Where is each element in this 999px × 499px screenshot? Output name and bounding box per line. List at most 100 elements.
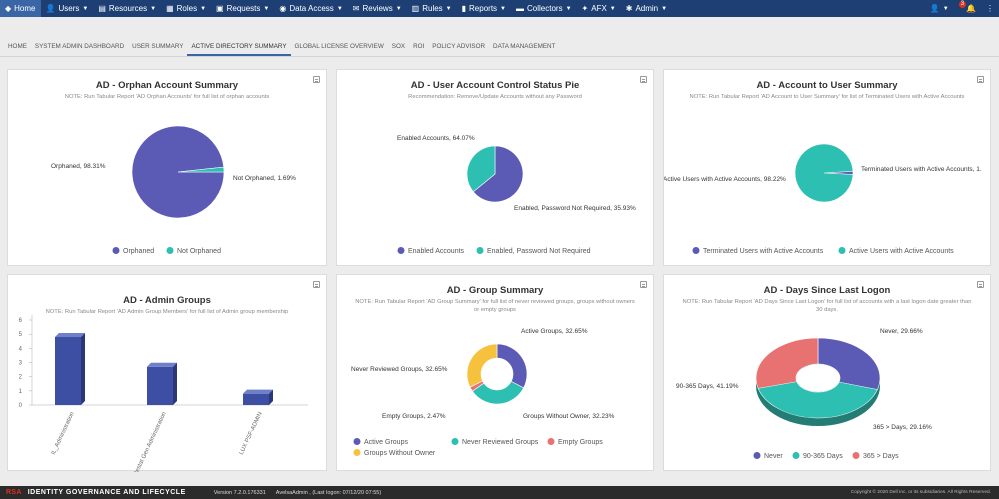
- nav-reports[interactable]: ▮ Reports ▼: [457, 0, 511, 17]
- bar-2[interactable]: [243, 389, 273, 405]
- account-pie-chart: Active Users with Active Accounts, 98.22…: [664, 143, 982, 255]
- tab-sox[interactable]: SOX: [388, 40, 409, 56]
- nav-rules[interactable]: ▥ Rules ▼: [407, 0, 457, 17]
- x-tick-label: IL_Administration: [51, 411, 76, 456]
- legend-item[interactable]: Not Orphaned: [177, 248, 221, 255]
- y-tick-label: 2: [19, 375, 23, 381]
- nav-label: AFX: [591, 4, 607, 13]
- tab-policy-advisor[interactable]: Policy Advisor: [428, 40, 489, 56]
- tab-user-summary[interactable]: User Summary: [128, 40, 187, 56]
- legend-item[interactable]: Never Reviewed Groups: [462, 439, 539, 446]
- nav-users[interactable]: 👤 Users ▼: [41, 0, 94, 17]
- pie-slices: [131, 125, 225, 219]
- top-nav: ◆ Home 👤 Users ▼ ▤ Resources ▼ ▦ Roles ▼ ▣ Requests ▼…: [0, 0, 999, 17]
- y-tick-label: 0: [19, 403, 23, 409]
- legend-marker[interactable]: [838, 247, 846, 254]
- user-menu-icon[interactable]: 👤 ▼: [925, 0, 954, 17]
- tab-active-directory-summary[interactable]: Active Directory Summary: [187, 40, 291, 56]
- tab-global-license-overview[interactable]: Global License Overview: [291, 40, 388, 56]
- legend-item[interactable]: Active Users with Active Accounts: [849, 248, 954, 255]
- nav-label: Reports: [469, 4, 498, 13]
- logon-donut-chart: Never, 29.66% 90-365 Days, 41.19% 365 > Da…: [676, 328, 932, 460]
- uac-pie-chart: Enabled Accounts, 64.07% Enabled, Passwor…: [397, 135, 636, 255]
- x-tick-label: IS Restat Gen Administration: [130, 411, 168, 472]
- nav-label: Roles: [176, 4, 198, 13]
- legend-marker[interactable]: [353, 438, 361, 445]
- tab-home[interactable]: Home: [4, 40, 31, 56]
- tab-roi[interactable]: ROI: [409, 40, 428, 56]
- pie-slices: [794, 143, 854, 203]
- legend-marker[interactable]: [451, 438, 459, 445]
- copyright-text: Copyright © 2020 Dell Inc. or its subsid…: [850, 490, 991, 495]
- group-summary-panel: AD - Group Summary NOTE: Run Tabular Rep…: [336, 274, 654, 471]
- chevron-down-icon: ▼: [609, 5, 616, 12]
- donut-hole: [796, 364, 840, 392]
- nav-collectors[interactable]: ▬ Collectors ▼: [511, 0, 577, 17]
- legend-item[interactable]: Terminated Users with Active Accounts: [703, 248, 824, 255]
- notifications-bell-icon[interactable]: 3 🔔: [954, 0, 981, 17]
- data-label: Groups Without Owner, 32.23%: [523, 413, 615, 420]
- legend-item[interactable]: Enabled Accounts: [408, 248, 465, 255]
- legend-marker[interactable]: [166, 247, 174, 254]
- nav-label: Data Access: [289, 4, 334, 13]
- requests-icon: ▣: [216, 4, 224, 13]
- y-tick-label: 1: [19, 389, 23, 395]
- nav-reviews[interactable]: ✉ Reviews ▼: [348, 0, 407, 17]
- legend-item[interactable]: Enabled, Password Not Required: [487, 248, 591, 255]
- roles-icon: ▦: [166, 4, 174, 13]
- bar-1[interactable]: [147, 362, 177, 405]
- legend-marker[interactable]: [792, 452, 800, 459]
- legend-item[interactable]: 90-365 Days: [803, 453, 843, 460]
- legend-marker[interactable]: [547, 438, 555, 445]
- legend-item[interactable]: Never: [764, 453, 783, 460]
- admin-groups-bar-chart: 0 1 2 3 4 5 6 IL_Administration IS Restat Gen Ad…: [19, 315, 308, 472]
- data-label: Terminated Users with Active Accounts, 1…: [861, 166, 982, 173]
- legend-marker[interactable]: [753, 452, 761, 459]
- more-menu-icon[interactable]: ⋮: [981, 0, 999, 17]
- nav-label: Users: [58, 4, 80, 13]
- legend-marker[interactable]: [353, 449, 361, 456]
- nav-data-access[interactable]: ◉ Data Access ▼: [274, 0, 347, 17]
- bar-0[interactable]: [55, 333, 85, 405]
- group-donut-chart: Active Groups, 32.65% Never Reviewed Grou…: [351, 328, 615, 457]
- data-label: Never Reviewed Groups, 32.65%: [351, 366, 448, 373]
- x-tick-label: LUX PSF-ADMIN: [239, 411, 264, 456]
- nav-afx[interactable]: ✦ AFX ▼: [577, 0, 621, 17]
- y-tick-label: 5: [19, 332, 23, 338]
- legend-item[interactable]: Active Groups: [364, 439, 408, 446]
- legend-item[interactable]: Orphaned: [123, 248, 154, 255]
- legend-marker[interactable]: [112, 247, 120, 254]
- resources-icon: ▤: [98, 4, 106, 13]
- reports-icon: ▮: [461, 4, 467, 13]
- legend-item[interactable]: Groups Without Owner: [364, 450, 436, 457]
- legend-item[interactable]: Empty Groups: [558, 439, 603, 446]
- collectors-icon: ▬: [516, 4, 524, 13]
- data-access-icon: ◉: [279, 4, 287, 13]
- orphan-account-panel: AD - Orphan Account Summary NOTE: Run Ta…: [7, 69, 327, 266]
- chevron-down-icon: ▼: [263, 5, 270, 12]
- rules-icon: ▥: [411, 4, 420, 13]
- chevron-down-icon: ▼: [336, 5, 343, 12]
- tab-system-admin-dashboard[interactable]: System Admin Dashboard: [31, 40, 128, 56]
- legend-marker[interactable]: [692, 247, 700, 254]
- nav-requests[interactable]: ▣ Requests ▼: [211, 0, 274, 17]
- pie-slices: [466, 145, 524, 203]
- nav-roles[interactable]: ▦ Roles ▼: [161, 0, 211, 17]
- legend-marker[interactable]: [852, 452, 860, 459]
- version-text: Version 7.2.0.176331: [213, 489, 266, 496]
- admin-icon: ✱: [625, 4, 633, 13]
- slice-active-groups[interactable]: [496, 343, 528, 389]
- legend-marker[interactable]: [397, 247, 405, 254]
- tab-data-management[interactable]: Data Management: [489, 40, 559, 56]
- product-name: IDENTITY GOVERNANCE AND LIFECYCLE: [27, 489, 186, 496]
- legend-item[interactable]: 365 > Days: [863, 453, 899, 460]
- admin-groups-panel: AD - Admin Groups NOTE: Run Tabular Repo…: [7, 274, 327, 472]
- nav-home[interactable]: ◆ Home: [0, 0, 41, 17]
- slice-groups-without-owner[interactable]: [466, 343, 498, 388]
- nav-resources[interactable]: ▤ Resources ▼: [93, 0, 161, 17]
- y-tick-label: 3: [19, 361, 23, 367]
- legend-marker[interactable]: [476, 247, 484, 254]
- pie-slices: [466, 343, 528, 405]
- nav-admin[interactable]: ✱ Admin ▼: [621, 0, 672, 17]
- y-tick-label: 4: [19, 346, 23, 352]
